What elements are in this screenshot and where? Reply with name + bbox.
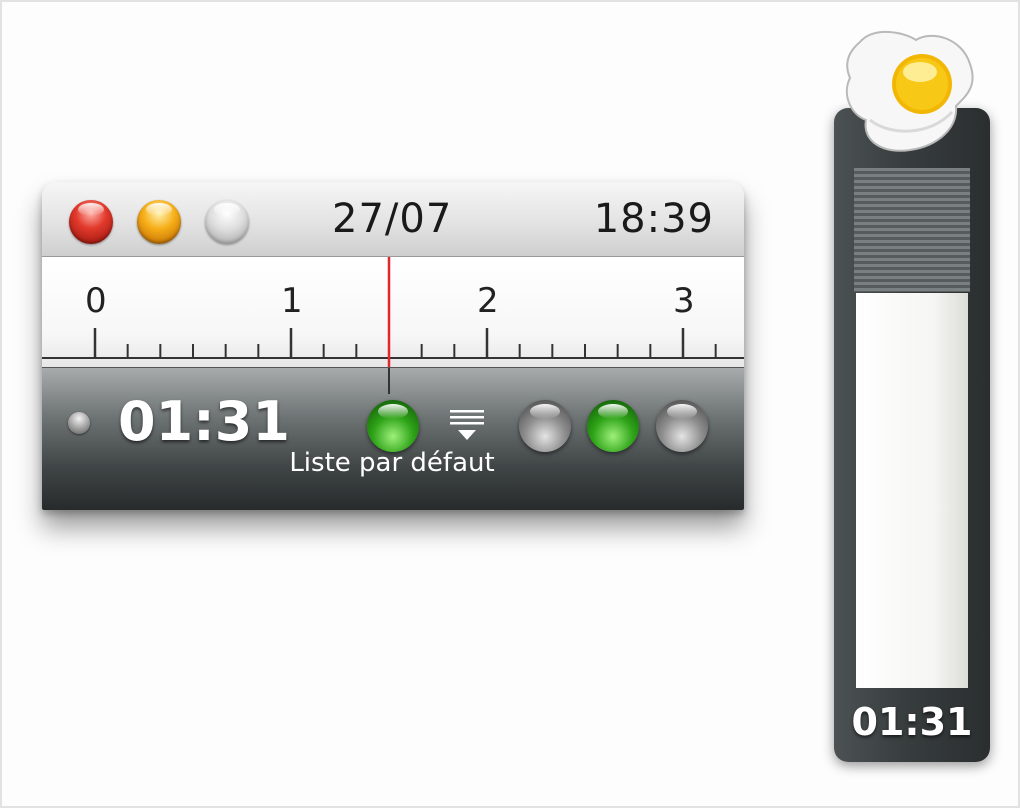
start-timer-green-orb-icon[interactable] (367, 400, 419, 452)
egg-timer-progress-fill (856, 293, 968, 688)
preset-3-grey-orb-icon[interactable] (656, 400, 708, 452)
control-strip: 01:31 Liste par défaut (42, 367, 744, 510)
fried-egg-icon[interactable] (840, 24, 976, 156)
close-button[interactable] (69, 200, 113, 244)
timer-window: 27/07 18:39 0 1 2 3 01:31 Liste par défa… (42, 182, 744, 510)
list-dropdown-icon[interactable] (448, 406, 486, 446)
status-led-icon (68, 412, 90, 434)
egg-timer-widget[interactable]: 01:31 (834, 108, 990, 762)
ruler-ticks (42, 257, 744, 367)
list-name-label[interactable]: Liste par défaut (278, 448, 506, 478)
preset-2-green-orb-icon[interactable] (587, 400, 639, 452)
egg-timer-empty-region (854, 168, 970, 292)
ruler-label-3: 3 (673, 281, 695, 321)
playhead-stem (388, 368, 390, 394)
egg-timer-time: 01:31 (851, 700, 973, 744)
title-bar[interactable]: 27/07 18:39 (42, 182, 744, 257)
ruler-label-0: 0 (85, 281, 107, 321)
ruler-label-1: 1 (281, 281, 303, 321)
date-display: 27/07 (332, 196, 453, 242)
elapsed-time: 01:31 (118, 390, 290, 453)
zoom-button[interactable] (205, 200, 249, 244)
timeline-ruler[interactable]: 0 1 2 3 (42, 257, 744, 367)
clock-display: 18:39 (593, 196, 714, 242)
ruler-label-2: 2 (477, 281, 499, 321)
minimize-button[interactable] (137, 200, 181, 244)
preset-1-grey-orb-icon[interactable] (519, 400, 571, 452)
